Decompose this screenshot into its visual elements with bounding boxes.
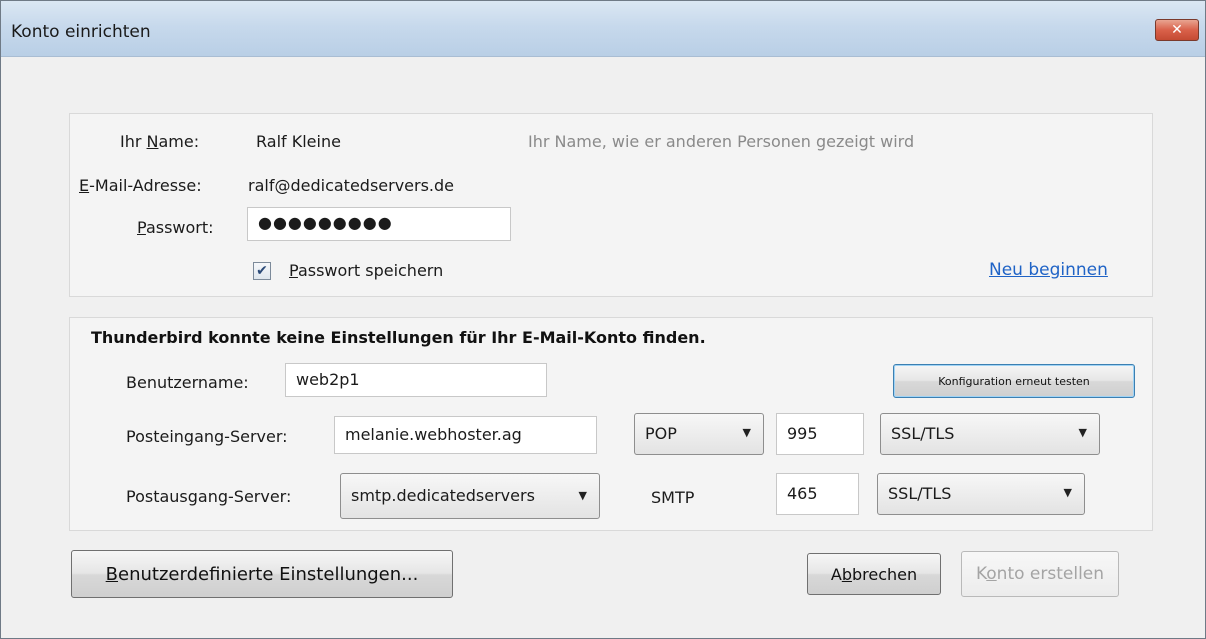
custom-settings-label: Benutzerdefinierte Einstellungen... [105,563,419,585]
chevron-down-icon: ▼ [1078,426,1087,439]
incoming-port-field[interactable]: 995 [776,413,864,455]
create-account-label: Konto erstellen [975,564,1105,584]
incoming-server-label: Posteingang-Server: [126,427,288,446]
custom-settings-button[interactable]: Benutzerdefinierte Einstellungen... [71,550,453,598]
cancel-label: Abbrechen [830,564,918,584]
incoming-security-value: SSL/TLS [891,424,955,443]
outgoing-port-field[interactable]: 465 [776,473,859,515]
email-value[interactable]: ralf@dedicatedservers.de [248,176,454,195]
password-field[interactable]: ●●●●●●●●● [247,207,511,241]
username-field[interactable]: web2p1 [285,363,547,397]
outgoing-protocol-label: SMTP [651,488,695,507]
outgoing-server-select[interactable]: smtp.dedicatedservers ▼ [340,473,600,519]
incoming-security-select[interactable]: SSL/TLS ▼ [880,413,1100,455]
outgoing-server-label: Postausgang-Server: [126,487,292,506]
chevron-down-icon: ▼ [742,426,751,439]
outgoing-security-value: SSL/TLS [888,484,952,503]
incoming-server-field[interactable]: melanie.webhoster.ag [334,416,597,454]
retest-config-button[interactable]: Konfiguration erneut testen [893,364,1135,398]
config-not-found-message: Thunderbird konnte keine Einstellungen f… [91,328,706,347]
close-button[interactable]: ✕ [1155,19,1199,41]
cancel-button[interactable]: Abbrechen [807,553,941,595]
chevron-down-icon: ▼ [1063,486,1072,499]
name-hint: Ihr Name, wie er anderen Personen gezeig… [528,132,915,151]
save-password-checkbox[interactable]: ✔ [253,262,271,280]
incoming-protocol-value: POP [645,424,677,443]
outgoing-server-value: smtp.dedicatedservers [351,486,535,505]
create-account-button[interactable]: Konto erstellen [961,551,1119,597]
email-label: E-Mail-Adresse: [79,176,202,195]
save-password-label[interactable]: Passwort speichern [289,261,443,280]
restart-link[interactable]: Neu beginnen [989,260,1108,280]
username-label: Benutzername: [126,373,249,392]
chevron-down-icon: ▼ [578,489,587,502]
name-label: Ihr Name: [120,132,200,151]
password-label: Passwort: [137,218,214,237]
checkmark-icon: ✔ [256,263,268,279]
close-icon: ✕ [1171,22,1183,38]
name-value[interactable]: Ralf Kleine [256,132,341,151]
incoming-protocol-select[interactable]: POP ▼ [634,413,764,455]
window-title: Konto einrichten [11,22,151,42]
title-bar: Konto einrichten ✕ [1,1,1205,57]
outgoing-security-select[interactable]: SSL/TLS ▼ [877,473,1085,515]
account-setup-dialog: Konto einrichten ✕ Ihr Name: Ralf Kleine… [0,0,1206,639]
